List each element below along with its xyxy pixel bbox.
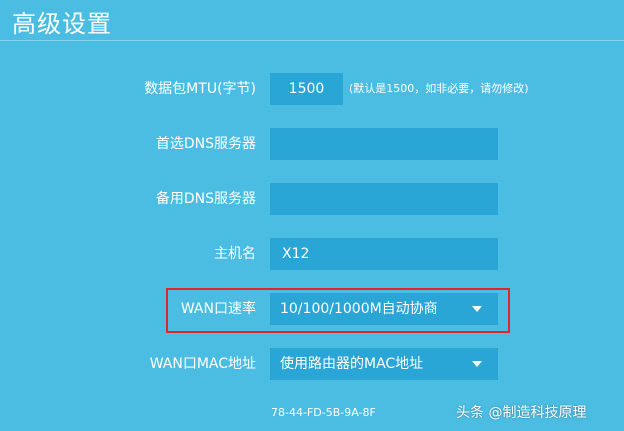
chevron-down-icon <box>472 361 482 367</box>
wan-mac-selected-value: 使用路由器的MAC地址 <box>280 356 424 372</box>
wan-mac-select[interactable]: 使用路由器的MAC地址 <box>270 348 498 380</box>
title-divider <box>0 40 624 41</box>
secondary-dns-input[interactable] <box>270 183 498 215</box>
primary-dns-input[interactable] <box>270 128 498 160</box>
hostname-input[interactable] <box>270 238 498 270</box>
mtu-hint: (默认是1500，如非必要，请勿修改) <box>349 82 529 95</box>
page-title: 高级设置 <box>12 10 112 38</box>
mtu-input[interactable] <box>270 73 343 105</box>
watermark: 头条 @制造科技原理 <box>456 405 587 421</box>
primary-dns-label: 首选DNS服务器 <box>155 136 256 152</box>
wan-mac-label: WAN口MAC地址 <box>149 356 256 372</box>
highlight-box <box>166 288 510 333</box>
secondary-dns-label: 备用DNS服务器 <box>155 191 256 207</box>
hostname-label: 主机名 <box>214 246 256 262</box>
mtu-label: 数据包MTU(字节) <box>144 81 256 97</box>
wan-mac-address: 78-44-FD-5B-9A-8F <box>271 406 376 419</box>
